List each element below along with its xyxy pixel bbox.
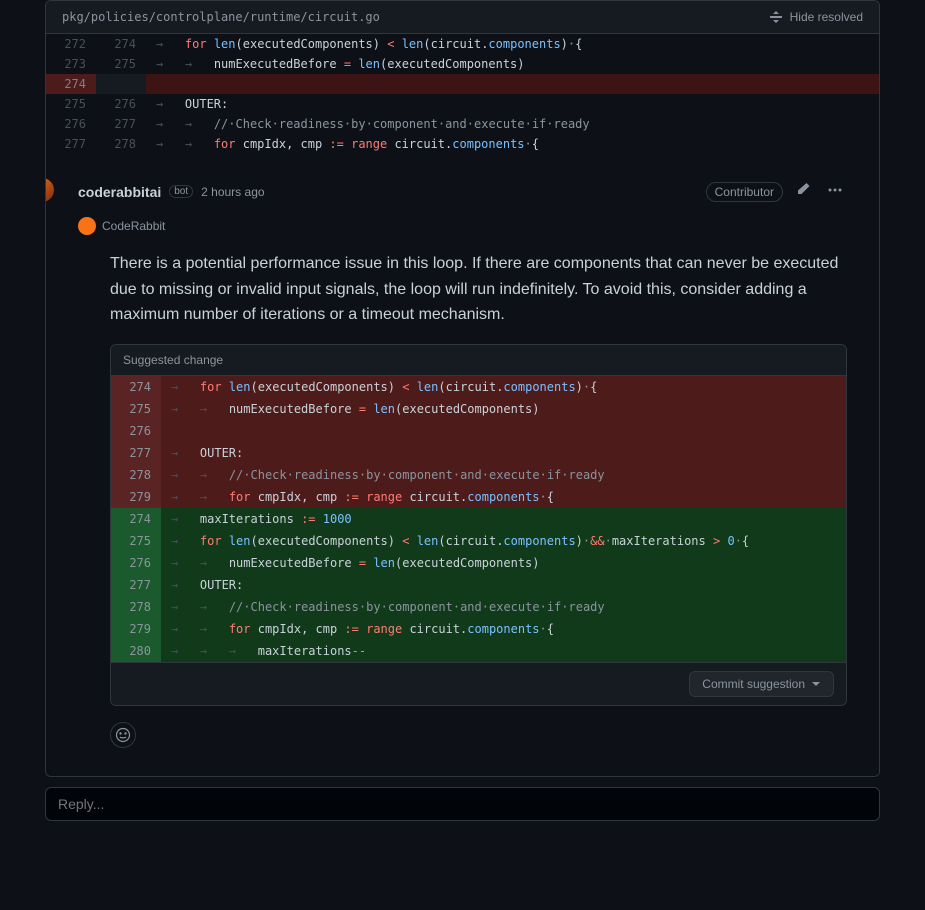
coderabbit-brand[interactable]: CodeRabbit <box>62 217 863 235</box>
comment-container: coderabbitai bot 2 hours ago Contributor… <box>46 154 879 776</box>
code-line[interactable]: → → //·Check·readiness·by·component·and·… <box>146 114 879 134</box>
suggestion-table: 274→ for len(executedComponents) < len(c… <box>111 376 846 662</box>
code-line: → OUTER: <box>161 442 846 464</box>
line-number: 276 <box>111 552 161 574</box>
file-path[interactable]: pkg/policies/controlplane/runtime/circui… <box>62 10 380 24</box>
line-number-new[interactable]: 275 <box>96 54 146 74</box>
diff-row: 275276→ OUTER: <box>46 94 879 114</box>
line-number: 277 <box>111 574 161 596</box>
diff-table: 272274→ for len(executedComponents) < le… <box>46 34 879 154</box>
collapse-icon <box>768 9 784 25</box>
suggestion-del-row: 275→ → numExecutedBefore = len(executedC… <box>111 398 846 420</box>
line-number-new[interactable]: 276 <box>96 94 146 114</box>
suggestion-del-row: 278→ → //·Check·readiness·by·component·a… <box>111 464 846 486</box>
smiley-icon <box>115 727 131 743</box>
line-number: 275 <box>111 398 161 420</box>
code-line: → OUTER: <box>161 574 846 596</box>
file-header: pkg/policies/controlplane/runtime/circui… <box>46 1 879 34</box>
line-number-new[interactable]: 277 <box>96 114 146 134</box>
code-line[interactable] <box>146 74 879 94</box>
comment-author[interactable]: coderabbitai <box>78 184 161 200</box>
line-number-old[interactable]: 276 <box>46 114 96 134</box>
brand-label: CodeRabbit <box>102 219 165 233</box>
rabbit-icon <box>78 217 96 235</box>
suggestion-add-row: 280→ → → maxIterations-- <box>111 640 846 662</box>
suggestion-del-row: 277→ OUTER: <box>111 442 846 464</box>
line-number-new[interactable]: 278 <box>96 134 146 154</box>
comment-header: coderabbitai bot 2 hours ago Contributor <box>62 170 863 205</box>
code-line: → → → maxIterations-- <box>161 640 846 662</box>
diff-row: 274 <box>46 74 879 94</box>
suggestion-add-row: 276→ → numExecutedBefore = len(executedC… <box>111 552 846 574</box>
code-line[interactable]: → OUTER: <box>146 94 879 114</box>
line-number: 276 <box>111 420 161 442</box>
commit-label: Commit suggestion <box>702 677 805 691</box>
edit-icon[interactable] <box>791 178 815 205</box>
line-number-old[interactable]: 273 <box>46 54 96 74</box>
code-line: → → for cmpIdx, cmp := range circuit.com… <box>161 618 846 640</box>
diff-row: 276277→ → //·Check·readiness·by·componen… <box>46 114 879 134</box>
suggestion-add-row: 274→ maxIterations := 1000 <box>111 508 846 530</box>
suggestion-add-row: 277→ OUTER: <box>111 574 846 596</box>
line-number: 274 <box>111 376 161 398</box>
commit-suggestion-button[interactable]: Commit suggestion <box>689 671 834 697</box>
line-number: 279 <box>111 486 161 508</box>
code-line: → → numExecutedBefore = len(executedComp… <box>161 398 846 420</box>
comment-timestamp[interactable]: 2 hours ago <box>201 185 264 199</box>
comment-text: There is a potential performance issue i… <box>62 251 863 344</box>
code-line: → for len(executedComponents) < len(circ… <box>161 530 846 552</box>
code-line[interactable]: → → numExecutedBefore = len(executedComp… <box>146 54 879 74</box>
reply-box <box>45 787 880 821</box>
suggestion-footer: Commit suggestion <box>111 662 846 705</box>
code-line: → → numExecutedBefore = len(executedComp… <box>161 552 846 574</box>
diff-row: 277278→ → for cmpIdx, cmp := range circu… <box>46 134 879 154</box>
line-number-old[interactable]: 277 <box>46 134 96 154</box>
code-line: → for len(executedComponents) < len(circ… <box>161 376 846 398</box>
code-line: → → //·Check·readiness·by·component·and·… <box>161 596 846 618</box>
chevron-down-icon <box>811 679 821 689</box>
line-number-old[interactable]: 275 <box>46 94 96 114</box>
suggestion-del-row: 276 <box>111 420 846 442</box>
line-number: 275 <box>111 530 161 552</box>
diff-row: 273275→ → numExecutedBefore = len(execut… <box>46 54 879 74</box>
suggestion-header: Suggested change <box>111 345 846 376</box>
line-number-new[interactable] <box>96 74 146 94</box>
diff-row: 272274→ for len(executedComponents) < le… <box>46 34 879 54</box>
bot-badge: bot <box>169 185 193 198</box>
line-number: 280 <box>111 640 161 662</box>
reply-input[interactable] <box>45 787 880 821</box>
hide-resolved-button[interactable]: Hide resolved <box>768 9 863 25</box>
code-line: → → //·Check·readiness·by·component·and·… <box>161 464 846 486</box>
line-number: 278 <box>111 596 161 618</box>
contributor-badge: Contributor <box>706 182 783 202</box>
suggestion-del-row: 279→ → for cmpIdx, cmp := range circuit.… <box>111 486 846 508</box>
review-thread: pkg/policies/controlplane/runtime/circui… <box>45 0 880 777</box>
suggestion-del-row: 274→ for len(executedComponents) < len(c… <box>111 376 846 398</box>
line-number: 274 <box>111 508 161 530</box>
suggestion-box: Suggested change 274→ for len(executedCo… <box>110 344 847 706</box>
code-line[interactable]: → for len(executedComponents) < len(circ… <box>146 34 879 54</box>
code-line: → → for cmpIdx, cmp := range circuit.com… <box>161 486 846 508</box>
line-number: 277 <box>111 442 161 464</box>
add-reaction-button[interactable] <box>110 722 136 748</box>
code-line: → maxIterations := 1000 <box>161 508 846 530</box>
hide-resolved-label: Hide resolved <box>790 10 863 24</box>
code-line[interactable]: → → for cmpIdx, cmp := range circuit.com… <box>146 134 879 154</box>
line-number-new[interactable]: 274 <box>96 34 146 54</box>
suggestion-add-row: 278→ → //·Check·readiness·by·component·a… <box>111 596 846 618</box>
line-number-old[interactable]: 272 <box>46 34 96 54</box>
code-line <box>161 420 846 442</box>
kebab-icon[interactable] <box>823 178 847 205</box>
line-number: 279 <box>111 618 161 640</box>
line-number: 278 <box>111 464 161 486</box>
suggestion-add-row: 275→ for len(executedComponents) < len(c… <box>111 530 846 552</box>
line-number-old[interactable]: 274 <box>46 74 96 94</box>
suggestion-add-row: 279→ → for cmpIdx, cmp := range circuit.… <box>111 618 846 640</box>
avatar[interactable] <box>45 178 54 202</box>
